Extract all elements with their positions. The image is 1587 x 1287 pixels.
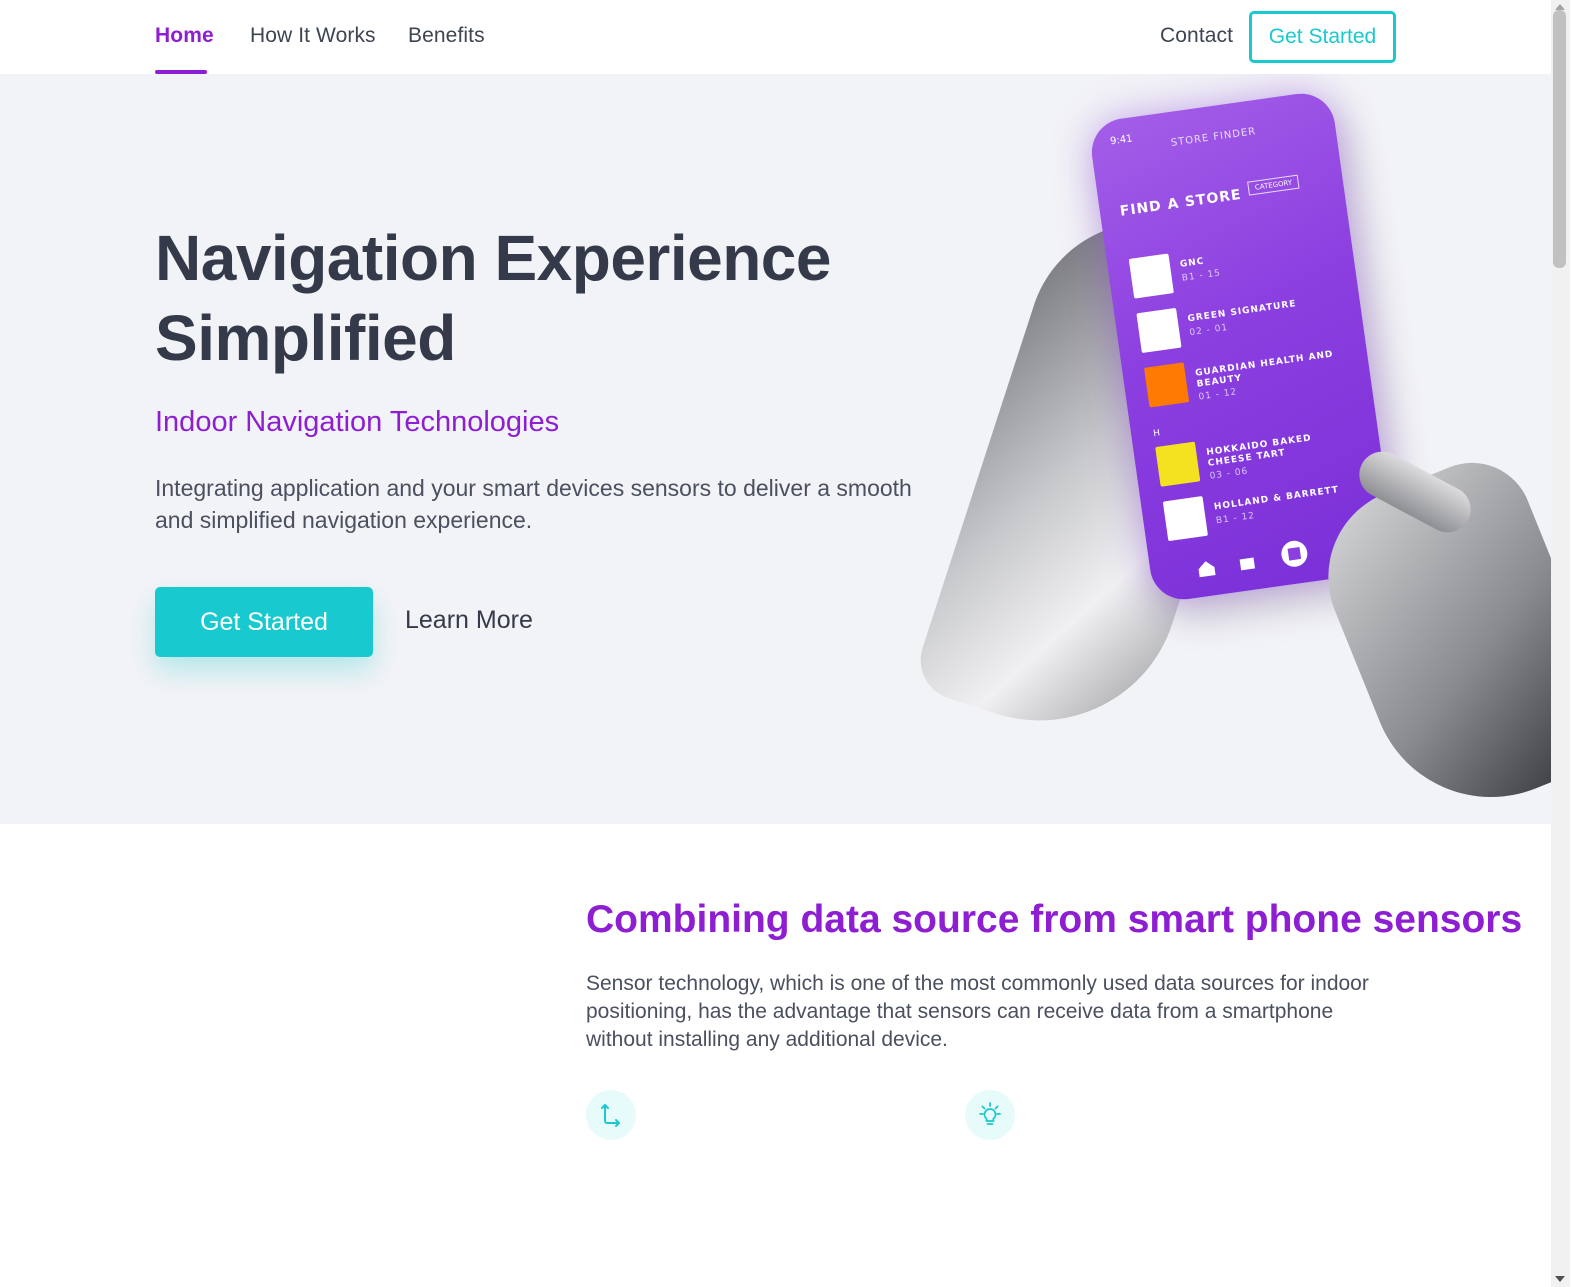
store-unit: 02 - 01 xyxy=(1188,322,1229,339)
store-name: GNC xyxy=(1179,256,1206,270)
top-navbar: Home How It Works Benefits Contact Get S… xyxy=(0,0,1570,74)
axis-icon xyxy=(586,1090,636,1140)
section-title: Combining data source from smart phone s… xyxy=(586,898,1523,941)
store-name: HOKKAIDO BAKED CHEESE TART xyxy=(1205,433,1313,469)
section-description: Sensor technology, which is one of the m… xyxy=(586,972,1369,1051)
store-name: HOLLAND & BARRETT xyxy=(1213,485,1340,513)
store-name: GUARDIAN HEALTH AND BEAUTY xyxy=(1194,349,1335,390)
hero-title-line2: Simplified xyxy=(155,302,456,374)
store-logo xyxy=(1128,253,1174,299)
nav-get-started-button[interactable]: Get Started xyxy=(1249,11,1396,63)
hero-section: Navigation Experience Simplified Indoor … xyxy=(0,74,1551,824)
hero-title-line1: Navigation Experience xyxy=(155,222,831,294)
nav-benefits[interactable]: Benefits xyxy=(408,24,485,48)
store-logo xyxy=(1155,441,1201,487)
phone-status-time: 9:41 xyxy=(1109,133,1134,148)
phone-screen-header: STORE FINDER xyxy=(1170,126,1257,149)
phone-category-filter: CATEGORY xyxy=(1247,174,1301,196)
phone-status-bar: 9:41 STORE FINDER xyxy=(1109,108,1314,149)
hero-title: Navigation Experience Simplified xyxy=(155,218,875,378)
hero-description: Integrating application and your smart d… xyxy=(155,475,912,533)
hero-phone-illustration: 9:41 STORE FINDER FIND A STORE CATEGORY … xyxy=(910,74,1551,824)
store-name: GREEN SIGNATURE xyxy=(1186,299,1298,325)
hero-subtitle: Indoor Navigation Technologies xyxy=(155,406,560,438)
store-logo xyxy=(1136,307,1182,354)
store-unit: B1 - 12 xyxy=(1215,510,1256,527)
scrollbar-thumb[interactable] xyxy=(1553,10,1566,268)
store-logo xyxy=(1162,496,1208,542)
store-unit: B1 - 15 xyxy=(1181,268,1222,284)
nav-how-it-works[interactable]: How It Works xyxy=(250,24,376,48)
phone-letter-divider: H xyxy=(1152,428,1161,440)
scroll-down-arrow-icon[interactable] xyxy=(1555,1276,1565,1282)
hero-get-started-button[interactable]: Get Started xyxy=(155,587,373,657)
nav-contact[interactable]: Contact xyxy=(1160,24,1233,48)
store-logo xyxy=(1144,362,1190,408)
lightbulb-icon xyxy=(965,1090,1015,1140)
phone-screen-title: FIND A STORE xyxy=(1118,186,1243,220)
nav-home[interactable]: Home xyxy=(155,24,214,48)
hero-learn-more-link[interactable]: Learn More xyxy=(405,606,533,635)
page-scrollbar[interactable] xyxy=(1551,0,1570,1287)
